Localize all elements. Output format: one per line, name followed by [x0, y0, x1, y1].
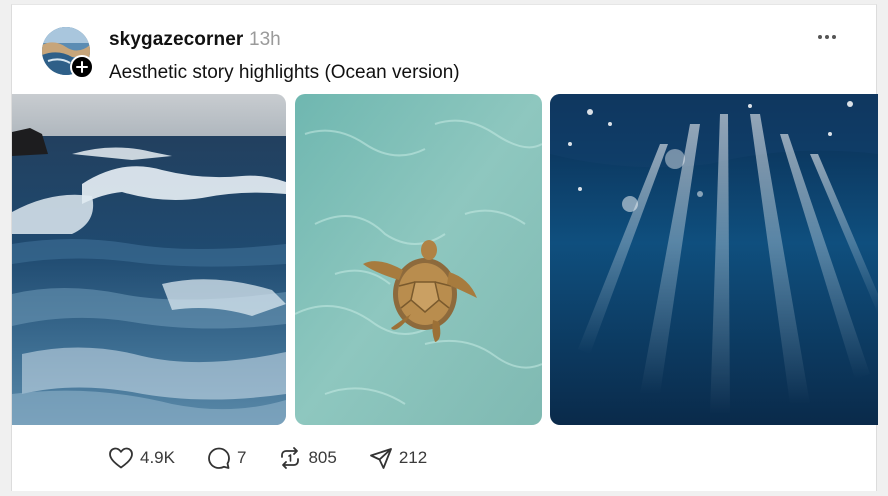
post-timestamp: 13h [249, 29, 281, 50]
like-button[interactable]: 4.9K [108, 446, 175, 470]
avatar-container[interactable] [42, 27, 94, 79]
post-actions: 4.9K 7 805 212 [108, 445, 459, 471]
share-button[interactable]: 212 [369, 446, 427, 470]
follow-plus-icon[interactable] [70, 55, 94, 79]
share-count: 212 [398, 448, 428, 467]
post-card: skygazecorner 13h Aesthetic story highli… [11, 4, 878, 491]
repost-icon [281, 447, 300, 469]
heart-icon [109, 447, 133, 469]
post-image-underwater[interactable] [550, 94, 878, 425]
like-count: 4.9K [140, 448, 175, 467]
repost-button[interactable]: 805 [278, 446, 337, 470]
comment-bubble-icon [208, 447, 230, 469]
post-image-waves[interactable] [12, 94, 286, 425]
post-image-turtle[interactable] [295, 94, 542, 425]
repost-count: 805 [308, 448, 337, 467]
more-horizontal-icon [818, 35, 836, 39]
post-caption: Aesthetic story highlights (Ocean versio… [109, 62, 460, 83]
reply-button[interactable]: 7 [207, 446, 246, 470]
username[interactable]: skygazecorner [109, 29, 243, 51]
send-icon [369, 448, 392, 469]
more-options-button[interactable] [812, 25, 842, 49]
reply-count: 7 [236, 448, 247, 467]
